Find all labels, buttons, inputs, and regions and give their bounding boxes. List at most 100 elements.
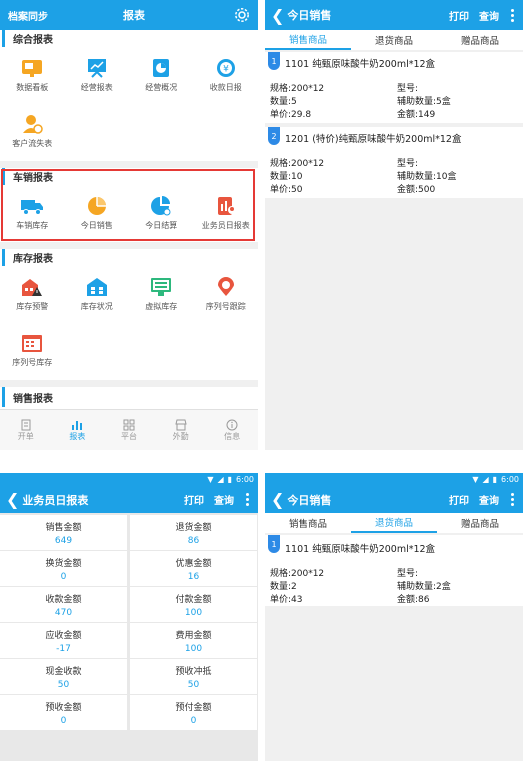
presentation-icon <box>87 58 106 78</box>
battery-icon: ▮ <box>227 475 233 484</box>
section-summary: 综合报表 数据看板 经营报表 经营概况 ¥ 收款日报 客户流失表 <box>0 30 258 161</box>
query-button[interactable]: 查询 <box>479 8 499 23</box>
section-title: 销售报表 <box>2 387 258 407</box>
report-van-stock[interactable]: 车销库存 <box>0 185 65 241</box>
bar-chart-icon <box>72 420 83 430</box>
today-sales-header: ❮ 今日销售 打印 查询 <box>265 486 523 513</box>
summary-value: 0 <box>60 571 67 582</box>
summary-cell: 付款金额 100 <box>130 587 257 622</box>
reports-header: 档案同步 报表 <box>0 0 258 30</box>
tab-return-products[interactable]: 退货商品 <box>351 513 437 533</box>
page-title: 今日销售 <box>287 493 332 507</box>
summary-value: 649 <box>54 535 73 546</box>
wifi-icon: ▼ <box>207 475 214 484</box>
item-aux-qty: 辅助数量:5盒 <box>397 97 451 107</box>
report-data-board[interactable]: 数据看板 <box>0 47 65 103</box>
summary-label: 优惠金额 <box>175 558 212 569</box>
nav-field[interactable]: 外勤 <box>155 410 207 450</box>
report-today-sales[interactable]: 今日销售 <box>65 185 130 241</box>
section-sales: 销售报表 <box>0 387 258 409</box>
report-stock-warning[interactable]: 库存预警 <box>0 266 65 322</box>
page-title: 业务员日报表 <box>22 493 89 507</box>
report-overview[interactable]: 经营概况 <box>129 47 194 103</box>
wifi-icon: ▼ <box>472 475 479 484</box>
summary-cell: 换货金额 0 <box>0 551 127 586</box>
report-stock-status[interactable]: 库存状况 <box>65 266 130 322</box>
item-amount: 金额:149 <box>397 110 436 120</box>
nav-order[interactable]: 开单 <box>0 410 52 450</box>
salesman-daily-header: ❮ 业务员日报表 打印 查询 <box>0 486 258 513</box>
item-index: 1 <box>268 52 280 70</box>
nav-platform[interactable]: 平台 <box>103 410 155 450</box>
report-serial-stock[interactable]: 序列号库存 <box>0 322 65 378</box>
status-bar: ▼ ◢ ▮ 6:00 <box>0 473 258 486</box>
today-sales-screen: ❮ 今日销售 打印 查询 销售商品 退货商品 赠品商品 1 1101 纯甄原味酸… <box>265 0 523 450</box>
summary-value: 470 <box>54 607 73 618</box>
user-report-icon <box>217 196 236 215</box>
summary-cell: 预收金额 0 <box>0 695 127 730</box>
print-button[interactable]: 打印 <box>449 8 469 23</box>
print-button[interactable]: 打印 <box>184 492 204 507</box>
report-salesman-daily[interactable]: 业务员日报表 <box>194 185 259 241</box>
status-bar: ▼ ◢ ▮ 6:00 <box>265 473 523 486</box>
query-button[interactable]: 查询 <box>479 492 499 507</box>
print-button[interactable]: 打印 <box>449 492 469 507</box>
report-today-settlement[interactable]: 今日结算 <box>129 185 194 241</box>
user-loss-icon <box>23 114 43 134</box>
back-icon[interactable]: ❮ <box>6 490 19 509</box>
list-item[interactable]: 2 1201 (特价)纯甄原味酸牛奶200ml*12盒 规格:200*12 型号… <box>265 127 523 198</box>
report-serial-tracking[interactable]: 序列号跟踪 <box>194 266 259 322</box>
section-title: 车销报表 <box>2 168 258 185</box>
product-tabs: 销售商品 退货商品 赠品商品 <box>265 30 523 50</box>
grid-icon <box>123 419 135 430</box>
warehouse-warning-icon <box>22 278 43 296</box>
report-collection-daily[interactable]: ¥ 收款日报 <box>194 47 259 103</box>
item-spec: 规格:200*12 <box>270 84 325 94</box>
report-virtual-stock[interactable]: 虚拟库存 <box>129 266 194 322</box>
tab-gift-products[interactable]: 赠品商品 <box>437 513 523 533</box>
summary-label: 销售金额 <box>45 522 82 533</box>
list-item[interactable]: 1 1101 纯甄原味酸牛奶200ml*12盒 规格:200*12 型号: 数量… <box>265 535 523 606</box>
back-icon[interactable]: ❮ <box>271 6 284 25</box>
item-qty: 数量:10 <box>270 172 303 182</box>
summary-label: 预付金额 <box>175 702 212 713</box>
page-title: 报表 <box>123 9 145 22</box>
truck-icon <box>21 199 44 215</box>
today-sales-return-screen: ▼ ◢ ▮ 6:00 ❮ 今日销售 打印 查询 销售商品 退货商品 赠品商品 1… <box>265 473 523 761</box>
settings-icon[interactable] <box>190 7 250 23</box>
summary-value: 100 <box>184 643 203 654</box>
summary-label: 退货金额 <box>175 522 212 533</box>
tab-sales-products[interactable]: 销售商品 <box>265 513 351 533</box>
item-amount: 金额:86 <box>397 595 430 605</box>
report-business[interactable]: 经营报表 <box>65 47 130 103</box>
summary-value: 50 <box>57 679 70 690</box>
dashboard-icon <box>22 59 43 77</box>
nav-messages[interactable]: 信息 <box>206 410 258 450</box>
list-item[interactable]: 1 1101 纯甄原味酸牛奶200ml*12盒 规格:200*12 型号: 数量… <box>265 52 523 123</box>
report-customer-loss[interactable]: 客户流失表 <box>0 103 65 159</box>
item-qty: 数量:5 <box>270 97 297 107</box>
item-spec: 规格:200*12 <box>270 159 325 169</box>
summary-value: -17 <box>56 643 71 654</box>
tab-gift-products[interactable]: 赠品商品 <box>437 30 523 50</box>
more-icon[interactable] <box>507 493 517 506</box>
tab-return-products[interactable]: 退货商品 <box>351 30 437 50</box>
section-title: 库存报表 <box>2 249 258 266</box>
nav-reports[interactable]: 报表 <box>52 410 104 450</box>
query-button[interactable]: 查询 <box>214 492 234 507</box>
summary-label: 收款金额 <box>45 594 82 605</box>
summary-cell: 销售金额 649 <box>0 515 127 550</box>
pie-chart-icon <box>87 196 106 215</box>
more-icon[interactable] <box>242 493 252 506</box>
tab-sales-products[interactable]: 销售商品 <box>265 30 351 50</box>
back-icon[interactable]: ❮ <box>271 490 284 509</box>
item-index: 2 <box>268 127 280 145</box>
summary-label: 应收金额 <box>45 630 82 641</box>
page-title: 今日销售 <box>287 9 332 22</box>
summary-label: 费用金额 <box>175 630 212 641</box>
summary-value: 100 <box>184 607 203 618</box>
more-icon[interactable] <box>507 8 517 22</box>
summary-label: 现金收款 <box>45 666 82 677</box>
summary-label: 预收冲抵 <box>175 666 212 677</box>
archive-sync-button[interactable]: 档案同步 <box>8 8 48 23</box>
